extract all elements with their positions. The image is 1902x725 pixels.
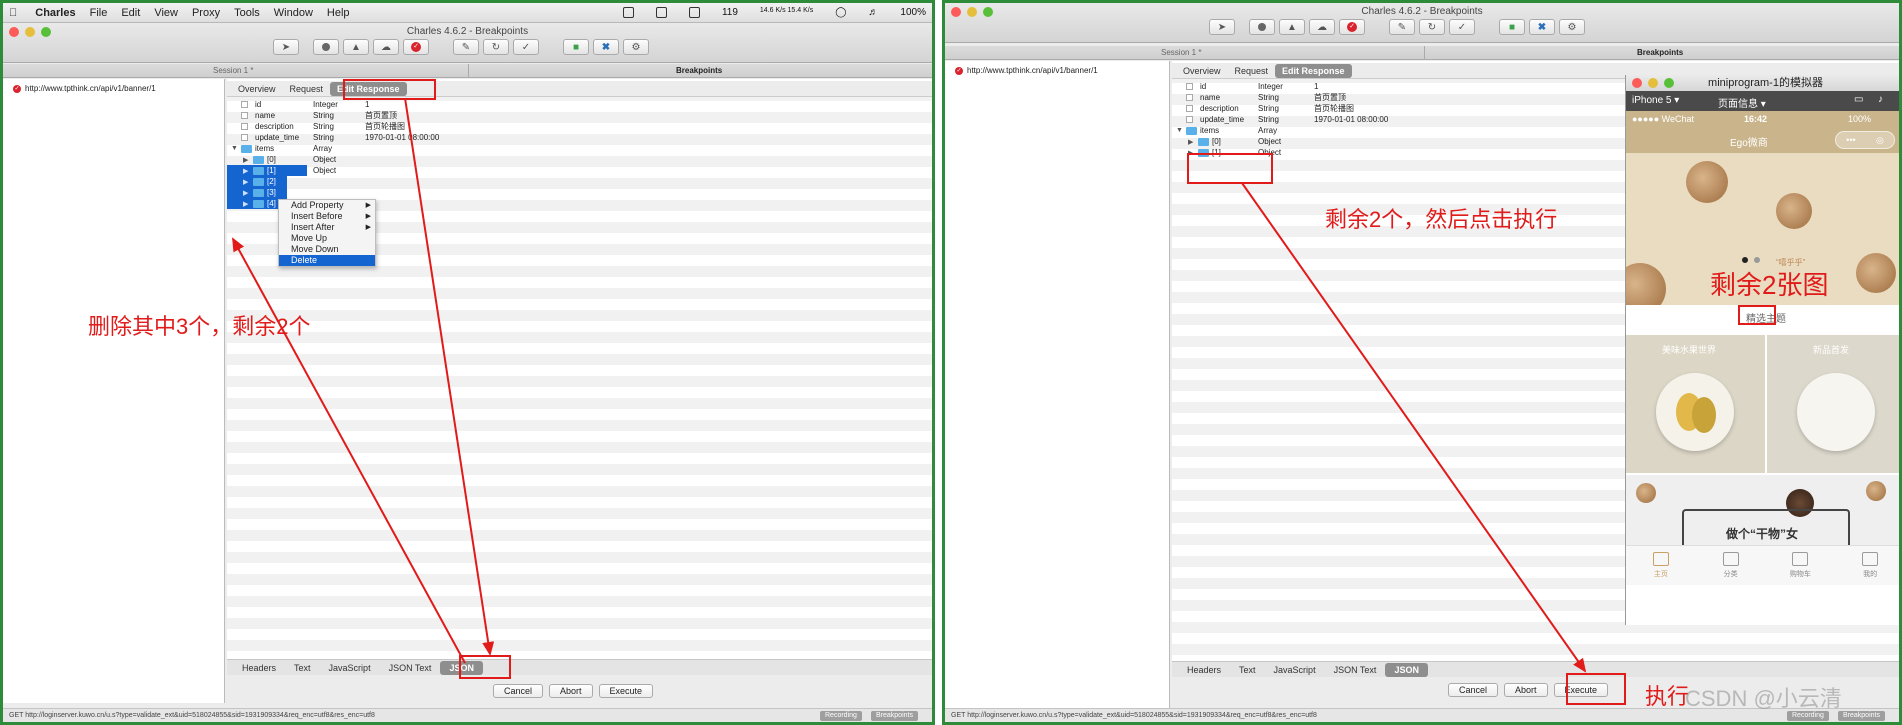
arrow-to-execute xyxy=(1241,182,1587,673)
right-screenshot-panel: Charles 4.6.2 - Breakpoints ➤ ▲ ☁ ✓ ✎ ↻ … xyxy=(942,0,1902,725)
arrow-to-selected-items xyxy=(232,237,466,664)
left-screenshot-panel:  Charles File Edit View Proxy Tools Win… xyxy=(0,0,935,725)
right-annotation-arrows xyxy=(1241,182,1587,673)
arrow-to-json-tab xyxy=(404,97,495,656)
left-annotation-arrows xyxy=(232,97,495,664)
